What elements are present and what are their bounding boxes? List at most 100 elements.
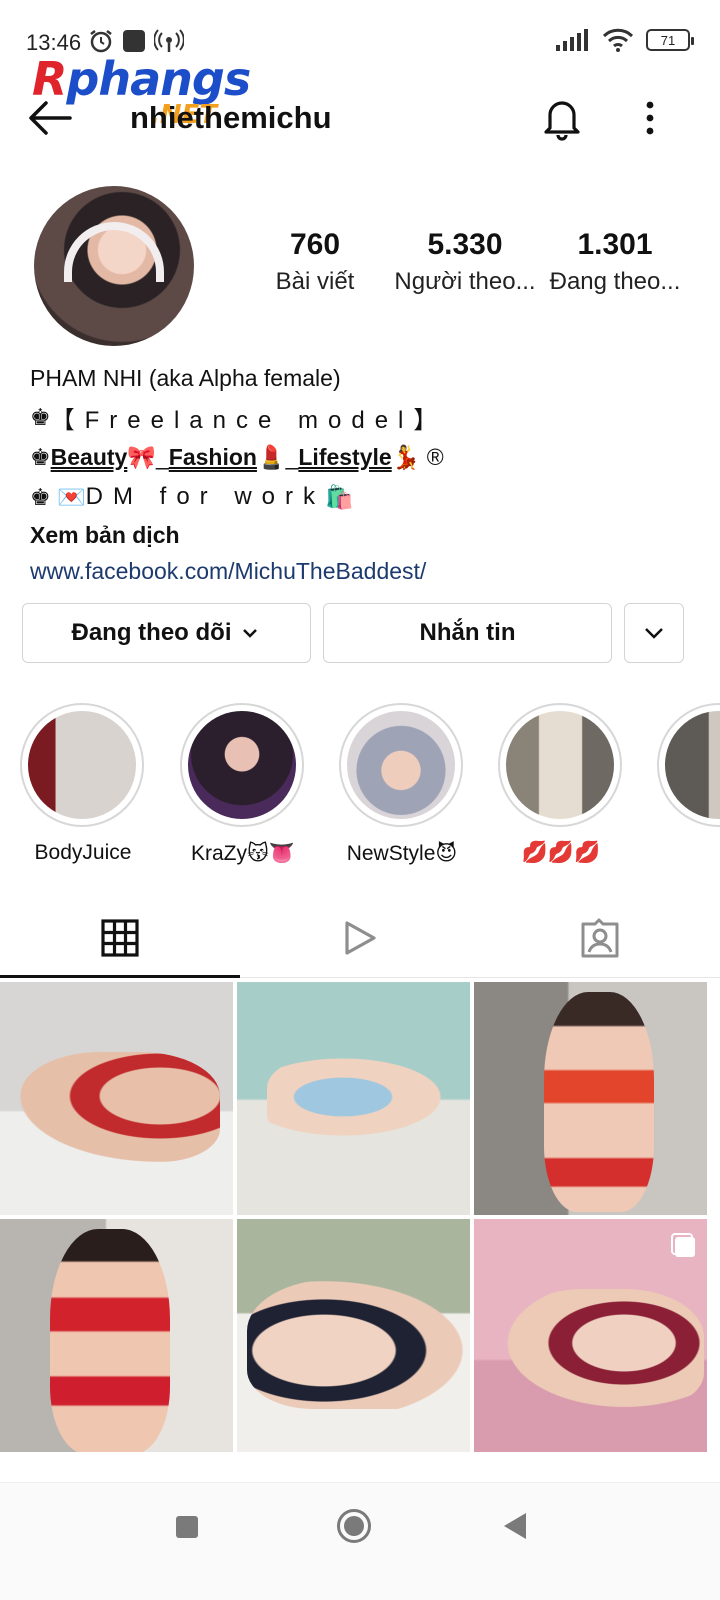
highlight-item[interactable]: NewStyle😈	[339, 703, 465, 866]
bio-website-link[interactable]: www.facebook.com/MichuTheBaddest/	[30, 553, 690, 589]
tagged-person-icon	[581, 918, 619, 957]
alarm-icon	[90, 30, 112, 53]
highlight-item[interactable]: 💋💋💋	[498, 703, 624, 865]
system-navigation-bar	[0, 1482, 720, 1600]
bio-shopping-emoji: 🛍️	[325, 483, 354, 510]
see-translation-link[interactable]: Xem bản dịch	[30, 517, 690, 553]
highlight-label: 💋💋💋	[521, 841, 601, 864]
post-thumbnail[interactable]	[474, 1219, 707, 1452]
profile-tabs	[0, 898, 720, 978]
bell-icon	[544, 101, 580, 141]
post-thumbnail[interactable]	[237, 982, 470, 1215]
avatar-headset-shape	[64, 222, 164, 282]
profile-actions: Đang theo dõi Nhắn tin	[22, 603, 686, 665]
profile-username: nhiethemichu	[130, 100, 332, 135]
tab-posts-grid[interactable]	[0, 898, 240, 978]
stat-following[interactable]: 1.301 Đang theo...	[540, 228, 690, 318]
highlight-ring	[180, 703, 304, 827]
highlight-cover	[665, 711, 720, 819]
highlight-cover	[188, 711, 296, 819]
system-back-button[interactable]	[504, 1513, 526, 1539]
bio-crown-glyph: ♚	[30, 403, 51, 430]
vertical-dots-icon	[646, 101, 654, 135]
bio-dancer-emoji: 💃 ®	[391, 443, 444, 470]
bio-freelance-text: 【Freelance model】	[50, 406, 448, 434]
bio-line-model: ♚ 【Freelance model】	[30, 397, 690, 437]
bio-display-name: PHAM NHI (aka Alpha female)	[30, 365, 341, 391]
highlight-cover	[347, 711, 455, 819]
hotspot-icon	[154, 29, 184, 52]
post-thumbnail[interactable]	[0, 982, 233, 1215]
stat-followers[interactable]: 5.330 Người theo...	[390, 228, 540, 318]
more-options-button[interactable]	[630, 94, 670, 144]
suggested-accounts-button[interactable]	[624, 603, 684, 663]
back-button[interactable]	[26, 98, 74, 142]
post-image	[267, 1052, 457, 1142]
profile-top-bar: nhiethemichu	[0, 86, 720, 156]
highlight-ring	[657, 703, 720, 827]
stat-posts[interactable]: 760 Bài viết	[240, 228, 390, 318]
bio-crown-letter-glyph: ♚ 💌	[30, 483, 86, 510]
highlight-label: KraZy😽👅	[190, 842, 296, 865]
bio-line-dm: ♚ 💌 DM for work 🛍️	[30, 477, 690, 517]
battery-icon: 71	[646, 29, 694, 51]
following-button-label: Đang theo dõi	[71, 619, 232, 646]
message-button-label: Nhắn tin	[419, 619, 516, 646]
highlight-label: NewStyle😈	[346, 842, 458, 865]
bio-bow-emoji: 🎀_	[127, 443, 169, 470]
post-image	[247, 1279, 467, 1409]
bio-crown-glyph: ♚	[30, 443, 51, 470]
signal-icon	[556, 29, 588, 51]
notifications-button[interactable]	[538, 94, 588, 144]
wifi-icon	[602, 28, 634, 52]
recents-button[interactable]	[176, 1516, 198, 1538]
stat-posts-label: Bài viết	[275, 268, 355, 295]
highlight-ring	[339, 703, 463, 827]
profile-avatar[interactable]	[34, 186, 194, 346]
message-button[interactable]: Nhắn tin	[323, 603, 612, 663]
status-icons-left	[88, 28, 184, 54]
bio-lifestyle-text: Lifestyle	[298, 443, 392, 470]
status-icons-right: 71	[556, 28, 694, 52]
back-arrow-icon	[29, 101, 72, 135]
highlight-cover	[506, 711, 614, 819]
post-image	[20, 1052, 220, 1162]
post-image	[504, 1289, 704, 1409]
profile-stats: 760 Bài viết 5.330 Người theo... 1.301 Đ…	[240, 228, 690, 318]
chevron-down-icon	[645, 628, 663, 639]
bio-line-tags: ♚ Beauty 🎀_ Fashion 💄_ Lifestyle 💃 ®	[30, 437, 690, 477]
tab-tagged[interactable]	[480, 898, 720, 977]
bio-lipstick-emoji: 💄_	[256, 443, 299, 470]
grid-icon	[101, 918, 139, 957]
following-button[interactable]: Đang theo dõi	[22, 603, 311, 663]
post-image	[544, 992, 654, 1212]
reels-play-icon	[345, 920, 376, 955]
post-thumbnail[interactable]	[237, 1219, 470, 1452]
highlight-cover	[28, 711, 136, 819]
post-image	[50, 1229, 170, 1452]
post-thumbnail[interactable]	[0, 1219, 233, 1452]
stat-following-label: Đang theo...	[549, 268, 681, 295]
multiple-photos-icon	[671, 1233, 695, 1257]
highlight-ring	[20, 703, 144, 827]
stat-followers-label: Người theo...	[394, 268, 536, 295]
post-thumbnail[interactable]	[474, 982, 707, 1215]
bio-fashion-text: Fashion	[168, 443, 257, 470]
chevron-down-icon	[243, 629, 258, 638]
posts-grid	[0, 982, 720, 1452]
bio-beauty-text: Beauty	[50, 443, 128, 470]
highlight-label: BodyJuice	[34, 841, 132, 864]
profile-bio: PHAM NHI (aka Alpha female) ♚ 【Freelance…	[30, 365, 690, 589]
home-button[interactable]	[337, 1509, 371, 1543]
highlight-item[interactable]: KraZy😽👅	[180, 703, 306, 866]
app-notification-icon	[123, 30, 145, 52]
stat-followers-value: 5.330	[427, 228, 503, 261]
highlight-item[interactable]	[657, 703, 720, 841]
stat-following-value: 1.301	[577, 228, 653, 261]
highlight-item[interactable]: BodyJuice	[20, 703, 146, 865]
highlight-ring	[498, 703, 622, 827]
tab-reels[interactable]	[240, 898, 480, 977]
stat-posts-value: 760	[289, 228, 341, 261]
bio-dm-text: DM for work	[85, 483, 325, 510]
story-highlights: BodyJuice KraZy😽👅 NewStyle😈 💋💋💋	[20, 703, 720, 873]
